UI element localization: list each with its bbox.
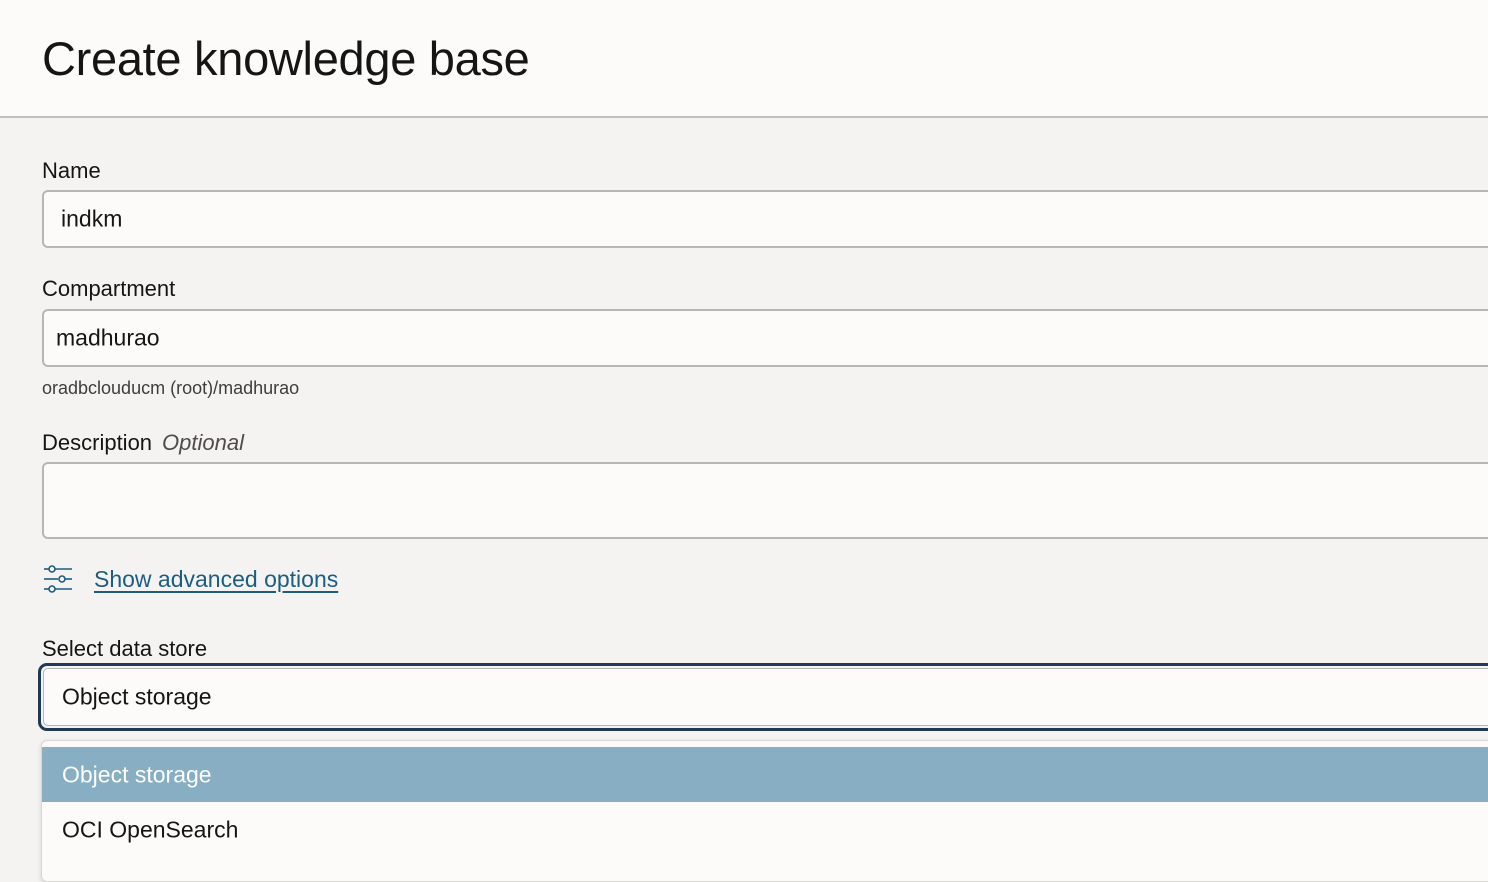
data-store-select-box: Object storage [43, 668, 1488, 726]
data-store-selected-value: Object storage [62, 683, 212, 710]
data-store-label: Select data store [42, 636, 208, 661]
page-title: Create knowledge base [42, 32, 530, 85]
name-input-value: indkm [61, 205, 123, 232]
compartment-path: oradbclouducm (root)/madhurao [42, 378, 300, 398]
name-input[interactable]: indkm [42, 190, 1488, 248]
description-label: Description Optional [42, 430, 244, 456]
data-store-dropdown: Object storage OCI OpenSearch [41, 740, 1488, 882]
optional-hint: Optional [162, 430, 244, 455]
compartment-select[interactable]: madhurao [42, 309, 1488, 367]
description-label-text: Description [42, 430, 153, 455]
compartment-select-value: madhurao [56, 324, 160, 351]
dropdown-option-object-storage[interactable]: Object storage [42, 747, 1488, 802]
dropdown-option-oci-opensearch[interactable]: OCI OpenSearch [42, 802, 1488, 857]
data-store-select[interactable]: Object storage [38, 663, 1488, 731]
description-textarea[interactable] [42, 462, 1488, 539]
sliders-icon [42, 563, 74, 595]
dropdown-option-label: Object storage [62, 761, 212, 787]
compartment-label: Compartment [42, 276, 176, 301]
name-label: Name [42, 158, 101, 183]
page-header: Create knowledge base [0, 0, 1488, 118]
show-advanced-options-link[interactable]: Show advanced options [42, 563, 338, 595]
dropdown-option-label: OCI OpenSearch [62, 816, 239, 842]
show-advanced-options-label: Show advanced options [94, 565, 339, 592]
